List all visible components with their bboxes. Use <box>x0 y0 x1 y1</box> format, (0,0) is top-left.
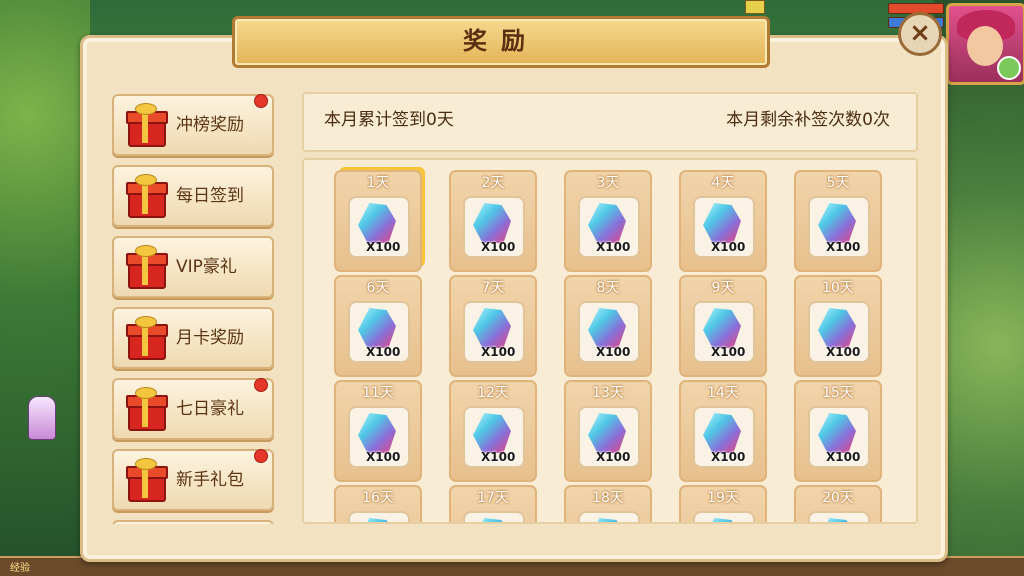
item-quantity: X100 <box>366 450 401 464</box>
menu-item[interactable]: 新手礼包 <box>112 449 274 511</box>
item-quantity: X100 <box>481 345 516 359</box>
item-quantity: X100 <box>596 345 631 359</box>
signin-info-bar: 本月累计签到0天 本月剩余补签次数0次 <box>302 92 918 152</box>
signin-day-cell[interactable]: 3天 X100 <box>564 170 652 272</box>
day-label: 4天 <box>711 175 735 191</box>
item-slot <box>463 511 525 522</box>
exp-label: 经验 <box>10 563 30 574</box>
monthly-signed-count: 本月累计签到0天 <box>324 110 454 130</box>
signin-day-cell[interactable]: 10天 X100 <box>794 275 882 377</box>
item-slot <box>348 511 410 522</box>
item-quantity: X100 <box>826 345 861 359</box>
signin-day-cell[interactable]: 9天 X100 <box>679 275 767 377</box>
menu-item-label: 冲榜奖励 <box>176 115 244 135</box>
menu-item-label: 每日签到 <box>176 186 244 206</box>
item-slot <box>578 511 640 522</box>
day-label: 7天 <box>481 280 505 296</box>
signin-day-cell[interactable]: 14天 X100 <box>679 380 767 482</box>
menu-item[interactable]: 每日签到 <box>112 165 274 227</box>
signin-day-cell[interactable]: 7天 X100 <box>449 275 537 377</box>
signin-day-cell[interactable]: 6天 X100 <box>334 275 422 377</box>
gift-box-icon <box>126 103 168 147</box>
clover-icon <box>997 56 1021 80</box>
signin-day-cell[interactable]: 18天X100 <box>564 485 652 522</box>
item-quantity: X100 <box>711 240 746 254</box>
day-label: 8天 <box>596 280 620 296</box>
item-slot <box>693 511 755 522</box>
signin-day-cell[interactable]: 2天 X100 <box>449 170 537 272</box>
panel-title: 奖励 <box>463 27 539 55</box>
item-slot <box>808 511 870 522</box>
day-label: 13天 <box>592 385 624 401</box>
gift-box-icon <box>126 316 168 360</box>
signin-day-cell[interactable]: 15天 X100 <box>794 380 882 482</box>
day-label: 5天 <box>826 175 850 191</box>
menu-item-label: VIP豪礼 <box>176 257 237 277</box>
item-quantity: X100 <box>711 450 746 464</box>
notification-dot <box>254 94 268 108</box>
day-label: 12天 <box>477 385 509 401</box>
day-label: 15天 <box>822 385 854 401</box>
flag-icon <box>745 0 765 14</box>
day-label: 14天 <box>707 385 739 401</box>
day-label: 16天 <box>362 490 394 506</box>
day-label: 19天 <box>707 490 739 506</box>
notification-dot <box>254 378 268 392</box>
signin-day-cell[interactable]: 19天X100 <box>679 485 767 522</box>
day-label: 9天 <box>711 280 735 296</box>
menu-item-label: 月卡奖励 <box>176 328 244 348</box>
signin-grid: 1天 X100 2天 X100 3天 X100 4天 X100 5天 X100 6天 X100 7天 X1… <box>302 158 918 524</box>
signin-day-cell[interactable]: 5天 X100 <box>794 170 882 272</box>
close-button[interactable]: × <box>898 12 942 56</box>
signin-day-cell[interactable]: 8天 X100 <box>564 275 652 377</box>
item-quantity: X100 <box>481 450 516 464</box>
reward-menu: 冲榜奖励每日签到 VIP豪礼月卡奖励七日豪礼新手礼包 <box>110 94 274 524</box>
day-label: 6天 <box>366 280 390 296</box>
item-quantity: X100 <box>711 345 746 359</box>
background-scenery-left <box>0 0 90 576</box>
item-quantity: X100 <box>826 450 861 464</box>
signin-day-cell[interactable]: 1天 X100 <box>334 170 422 272</box>
gift-box-icon <box>126 245 168 289</box>
menu-item-partial[interactable] <box>112 520 274 524</box>
gift-box-icon <box>126 387 168 431</box>
item-quantity: X100 <box>596 450 631 464</box>
character-sprite <box>28 396 56 440</box>
gift-box-icon <box>126 174 168 218</box>
menu-item-label: 新手礼包 <box>176 470 244 490</box>
item-quantity: X100 <box>481 240 516 254</box>
day-label: 18天 <box>592 490 624 506</box>
menu-item[interactable]: 冲榜奖励 <box>112 94 274 156</box>
item-quantity: X100 <box>596 240 631 254</box>
makeup-remaining-count: 本月剩余补签次数0次 <box>726 110 890 130</box>
notification-dot <box>254 449 268 463</box>
signin-day-cell[interactable]: 20天X100 <box>794 485 882 522</box>
day-label: 20天 <box>822 490 854 506</box>
avatar-face <box>967 26 1003 66</box>
gift-box-icon <box>126 458 168 502</box>
signin-day-cell[interactable]: 16天X100 <box>334 485 422 522</box>
menu-item[interactable]: 月卡奖励 <box>112 307 274 369</box>
item-quantity: X100 <box>366 240 401 254</box>
item-quantity: X100 <box>366 345 401 359</box>
day-label: 10天 <box>822 280 854 296</box>
menu-item[interactable]: 七日豪礼 <box>112 378 274 440</box>
day-label: 1天 <box>366 175 390 191</box>
signin-day-cell[interactable]: 11天 X100 <box>334 380 422 482</box>
player-avatar[interactable] <box>946 3 1024 85</box>
signin-day-cell[interactable]: 13天 X100 <box>564 380 652 482</box>
item-quantity: X100 <box>826 240 861 254</box>
menu-item[interactable]: VIP豪礼 <box>112 236 274 298</box>
day-label: 17天 <box>477 490 509 506</box>
day-label: 3天 <box>596 175 620 191</box>
signin-day-cell[interactable]: 17天X100 <box>449 485 537 522</box>
menu-item-label: 七日豪礼 <box>176 399 244 419</box>
signin-day-cell[interactable]: 12天 X100 <box>449 380 537 482</box>
title-banner: 奖励 <box>232 16 770 68</box>
day-label: 2天 <box>481 175 505 191</box>
signin-day-cell[interactable]: 4天 X100 <box>679 170 767 272</box>
day-label: 11天 <box>362 385 394 401</box>
